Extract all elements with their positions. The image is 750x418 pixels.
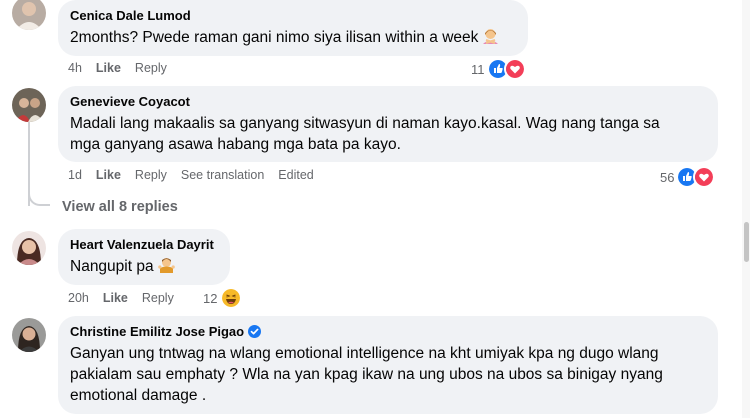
comment-author[interactable]: Cenica Dale Lumod xyxy=(70,7,516,24)
thread-curve xyxy=(28,182,50,206)
comment-author[interactable]: Heart Valenzuela Dayrit xyxy=(70,236,218,253)
scrollbar-track[interactable] xyxy=(742,0,750,418)
person-gesturing-no-emoji xyxy=(482,27,499,50)
comment-text: Nangupit pa xyxy=(70,256,218,279)
comment-author[interactable]: Christine Emilitz Jose Pigao xyxy=(70,323,706,340)
comment-text: 2months? Pwede raman gani nimo siya ilis… xyxy=(70,27,516,50)
like-button[interactable]: Like xyxy=(96,168,121,182)
comment-bubble: Christine Emilitz Jose Pigao Ganyan ung … xyxy=(58,316,718,414)
haha-reaction-icon xyxy=(220,287,243,309)
reaction-summary[interactable]: 11 xyxy=(471,58,526,80)
timestamp[interactable]: 1d xyxy=(68,168,82,182)
reaction-count: 12 xyxy=(203,290,218,306)
comment-actions: 1d Like Reply See translation Edited xyxy=(68,168,314,182)
avatar[interactable] xyxy=(12,231,46,265)
comment-actions: 4h Like Reply xyxy=(68,61,167,75)
see-translation-link[interactable]: See translation xyxy=(181,168,264,182)
reaction-summary[interactable]: 56 xyxy=(660,166,716,188)
view-all-replies-link[interactable]: View all 8 replies xyxy=(62,199,178,215)
love-reaction-icon xyxy=(693,166,716,188)
reaction-count: 56 xyxy=(660,169,675,185)
reaction-summary[interactable]: 12 xyxy=(203,287,243,309)
person-shrugging-emoji xyxy=(157,256,175,279)
comment-text: Ganyan ung tntwag na wlang emotional int… xyxy=(70,345,663,404)
comment-text: Madali lang makaalis sa ganyang sitwasyu… xyxy=(70,115,660,153)
timestamp[interactable]: 20h xyxy=(68,291,89,305)
comment-author[interactable]: Genevieve Coyacot xyxy=(70,93,706,110)
comment-bubble: Heart Valenzuela Dayrit Nangupit pa xyxy=(58,229,230,285)
scrollbar-thumb[interactable] xyxy=(744,222,749,262)
author-name[interactable]: Christine Emilitz Jose Pigao xyxy=(70,323,244,340)
like-button[interactable]: Like xyxy=(103,291,128,305)
reaction-count: 11 xyxy=(471,61,485,77)
verified-badge-icon xyxy=(248,325,262,338)
reply-button[interactable]: Reply xyxy=(135,168,167,182)
timestamp[interactable]: 4h xyxy=(68,61,82,75)
love-reaction-icon xyxy=(503,58,526,80)
comment-actions: 20h Like Reply xyxy=(68,291,174,305)
like-button[interactable]: Like xyxy=(96,61,121,75)
reply-button[interactable]: Reply xyxy=(135,61,167,75)
avatar[interactable] xyxy=(12,318,46,352)
avatar[interactable] xyxy=(12,88,46,122)
comment-bubble: Genevieve Coyacot Madali lang makaalis s… xyxy=(58,86,718,162)
edited-label: Edited xyxy=(278,168,314,182)
comment-bubble: Cenica Dale Lumod 2months? Pwede raman g… xyxy=(58,0,528,56)
avatar[interactable] xyxy=(12,0,46,30)
reply-button[interactable]: Reply xyxy=(142,291,174,305)
